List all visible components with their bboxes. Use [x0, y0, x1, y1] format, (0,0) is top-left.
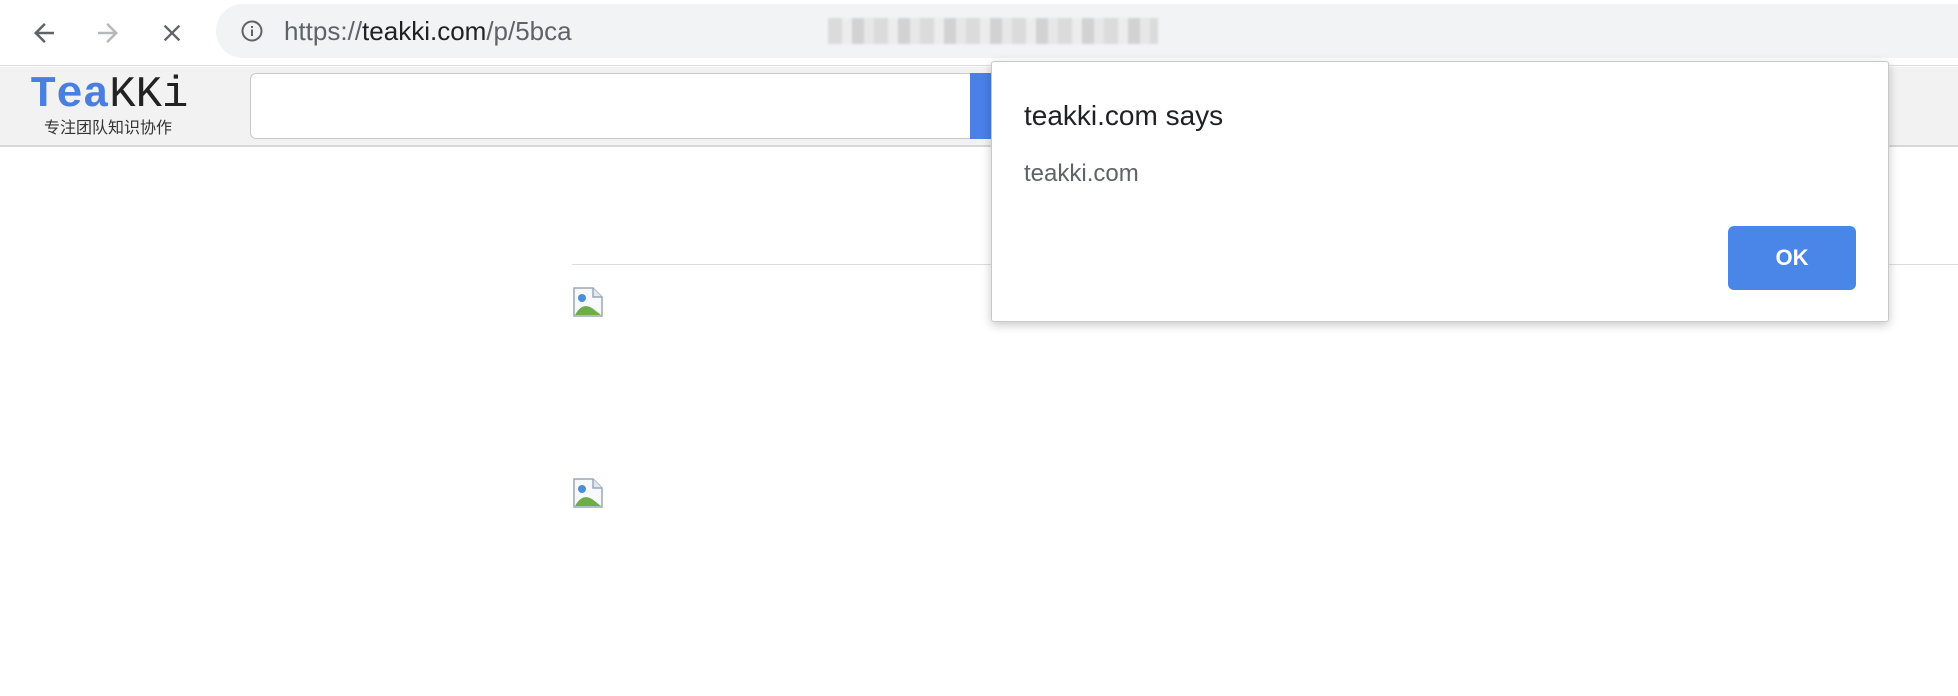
alert-dialog: teakki.com says teakki.com OK: [991, 61, 1889, 322]
site-search-input[interactable]: [250, 73, 972, 139]
back-arrow-icon: [34, 23, 54, 43]
close-icon: [163, 24, 181, 42]
broken-image-icon: [573, 478, 603, 508]
stop-loading-button[interactable]: [148, 9, 196, 57]
url-redaction-blur: [828, 18, 1158, 44]
url-scheme: https://: [284, 16, 363, 46]
broken-image-icon: [573, 287, 603, 317]
info-icon[interactable]: [240, 19, 264, 43]
address-bar[interactable]: https://teakki.com/p/5bca: [216, 4, 1958, 58]
url-host: teakki.com: [362, 16, 487, 46]
url-text[interactable]: https://teakki.com/p/5bca: [284, 15, 572, 47]
url-path: /p/5bca: [486, 16, 572, 46]
dialog-message: teakki.com: [1024, 160, 1139, 187]
site-slogan: 专注团队知识协作: [44, 118, 173, 137]
logo-text-kki: KKi: [109, 70, 189, 120]
forward-button[interactable]: [84, 9, 132, 57]
ok-button[interactable]: OK: [1728, 226, 1856, 290]
dialog-title: teakki.com says: [1024, 100, 1224, 131]
site-logo[interactable]: TeaKKi: [30, 73, 188, 117]
browser-toolbar: https://teakki.com/p/5bca: [0, 0, 1958, 66]
logo-text-tea: Tea: [30, 70, 110, 120]
back-button[interactable]: [20, 9, 68, 57]
forward-arrow-icon: [98, 23, 118, 43]
